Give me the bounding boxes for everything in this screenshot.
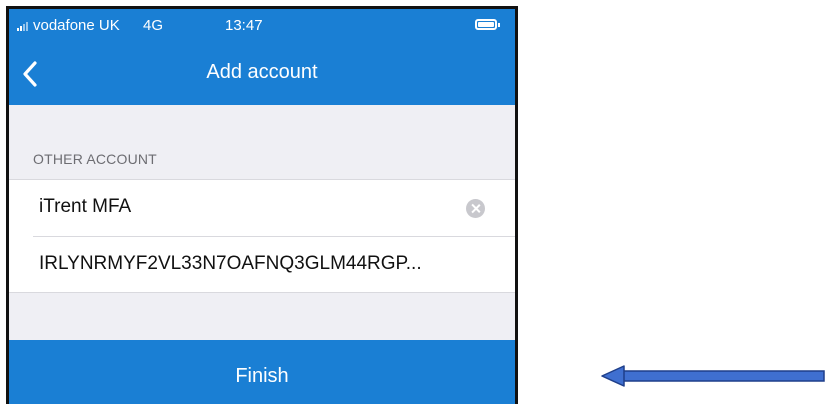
status-bar: vodafone UK 4G 13:47 xyxy=(9,9,515,43)
secret-key-field[interactable]: IRLYNRMYF2VL33N7OAFNQ3GLM44RGP... xyxy=(33,236,515,292)
finish-button[interactable]: Finish xyxy=(9,340,515,404)
clear-icon[interactable] xyxy=(466,199,485,218)
signal-icon xyxy=(17,21,31,31)
section-header: OTHER ACCOUNT xyxy=(33,151,157,167)
status-time: 13:47 xyxy=(225,17,263,34)
account-form: iTrent MFA IRLYNRMYF2VL33N7OAFNQ3GLM44RG… xyxy=(9,179,515,293)
nav-bar: Add account xyxy=(9,43,515,105)
account-name-value: iTrent MFA xyxy=(39,196,132,217)
account-name-field[interactable]: iTrent MFA xyxy=(9,180,515,236)
network-type: 4G xyxy=(143,17,164,34)
battery-icon xyxy=(475,19,500,30)
phone-screen: vodafone UK 4G 13:47 Add account OTHER A… xyxy=(6,6,518,404)
page-title: Add account xyxy=(206,61,318,83)
annotation-arrow-icon xyxy=(601,365,825,387)
secret-key-value: IRLYNRMYF2VL33N7OAFNQ3GLM44RGP... xyxy=(39,253,422,274)
carrier-name: vodafone UK xyxy=(33,17,120,34)
